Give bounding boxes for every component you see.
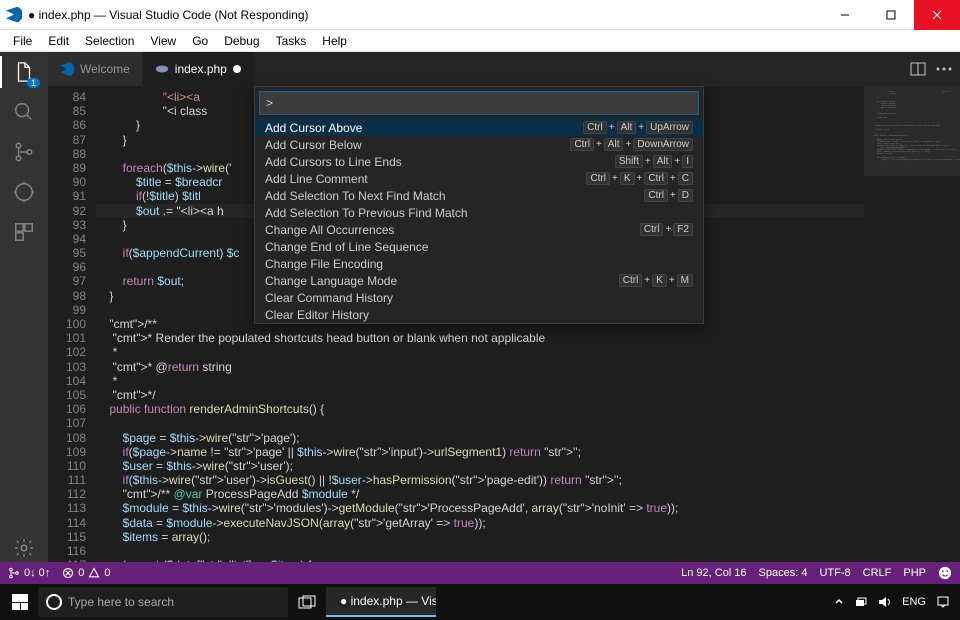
menu-file[interactable]: File <box>6 32 39 50</box>
palette-item-label: Clear Command History <box>265 291 393 305</box>
command-palette: > Add Cursor AboveCtrl+Alt+UpArrowAdd Cu… <box>254 86 704 324</box>
command-palette-input[interactable]: > <box>259 91 699 115</box>
start-button[interactable] <box>4 587 36 617</box>
palette-item[interactable]: Add Cursors to Line Ends Shift+Alt+I <box>255 153 703 170</box>
palette-item-label: Clear Editor History <box>265 308 369 322</box>
palette-item[interactable]: Clear Command History <box>255 289 703 306</box>
task-view-button[interactable] <box>290 587 324 617</box>
palette-item-label: Add Cursor Below <box>265 138 362 152</box>
menu-bar: FileEditSelectionViewGoDebugTasksHelp <box>0 30 960 52</box>
palette-item[interactable]: Add Selection To Previous Find Match <box>255 204 703 221</box>
dirty-indicator-icon <box>233 65 241 73</box>
status-errors: 0 <box>78 567 84 579</box>
palette-item-label: Change End of Line Sequence <box>265 240 428 254</box>
menu-view[interactable]: View <box>143 32 183 50</box>
tab-bar: Welcome index.php <box>48 52 960 86</box>
window-title: ● index.php — Visual Studio Code (Not Re… <box>28 8 309 22</box>
menu-debug[interactable]: Debug <box>217 32 266 50</box>
palette-item-label: Change Language Mode <box>265 274 397 288</box>
palette-item[interactable]: Add Cursor Above Ctrl+Alt+UpArrow <box>255 119 703 136</box>
status-feedback-icon[interactable] <box>938 566 952 580</box>
explorer-icon[interactable]: 1 <box>10 58 38 86</box>
status-language-mode[interactable]: PHP <box>903 567 926 579</box>
menu-selection[interactable]: Selection <box>78 32 141 50</box>
palette-item-label: Change File Encoding <box>265 257 383 271</box>
windows-taskbar: Type here to search ● index.php — Visu… … <box>0 584 960 620</box>
tray-chevron-icon[interactable] <box>834 597 844 607</box>
palette-item-shortcut: Ctrl+D <box>644 189 693 202</box>
vscode-icon <box>60 62 74 76</box>
palette-item-label: Add Line Comment <box>265 172 368 186</box>
search-icon[interactable] <box>10 98 38 126</box>
tab-welcome[interactable]: Welcome <box>48 52 143 86</box>
palette-prefix: > <box>266 96 273 110</box>
palette-item-label: Add Cursor Above <box>265 121 362 135</box>
palette-item-shortcut: Ctrl+K+M <box>619 274 693 287</box>
status-encoding[interactable]: UTF-8 <box>819 567 850 579</box>
menu-edit[interactable]: Edit <box>41 32 76 50</box>
palette-item-shortcut: Ctrl+Alt+UpArrow <box>583 121 693 134</box>
status-warnings: 0 <box>104 567 110 579</box>
taskbar-app-label: ● index.php — Visu… <box>340 594 436 608</box>
palette-item[interactable]: Change All Occurrences Ctrl+F2 <box>255 221 703 238</box>
palette-item[interactable]: Change File Encoding <box>255 255 703 272</box>
window-maximize-button[interactable] <box>868 0 914 30</box>
status-git-branch[interactable]: 0↓ 0↑ <box>8 567 50 579</box>
status-cursor-position[interactable]: Ln 92, Col 16 <box>681 567 746 579</box>
command-palette-list: Add Cursor AboveCtrl+Alt+UpArrowAdd Curs… <box>255 119 703 323</box>
tab-label: index.php <box>175 62 227 76</box>
palette-item[interactable]: Change End of Line Sequence <box>255 238 703 255</box>
status-indentation[interactable]: Spaces: 4 <box>759 567 808 579</box>
palette-item-shortcut: Ctrl+Alt+DownArrow <box>570 138 693 151</box>
explorer-badge: 1 <box>27 78 40 88</box>
settings-gear-icon[interactable] <box>10 534 38 562</box>
php-file-icon <box>155 62 169 76</box>
menu-tasks[interactable]: Tasks <box>269 32 314 50</box>
palette-item[interactable]: Add Selection To Next Find Match Ctrl+D <box>255 187 703 204</box>
palette-item-label: Add Cursors to Line Ends <box>265 155 402 169</box>
windows-logo-icon <box>12 594 28 610</box>
extensions-icon[interactable] <box>10 218 38 246</box>
split-editor-icon[interactable] <box>910 61 926 77</box>
palette-item-label: Add Selection To Next Find Match <box>265 189 446 203</box>
menu-help[interactable]: Help <box>315 32 354 50</box>
taskbar-search[interactable]: Type here to search <box>38 587 288 617</box>
activity-bar: 1 <box>0 52 48 562</box>
tray-notifications-icon[interactable] <box>936 595 950 609</box>
palette-item[interactable]: Clear Editor History <box>255 306 703 323</box>
minimap[interactable]: "<li><a e='$tree'>" . "<i class } } fore… <box>864 86 960 562</box>
palette-item[interactable]: Add Line Comment Ctrl+K+Ctrl+C <box>255 170 703 187</box>
tab-index-php[interactable]: index.php <box>143 52 254 86</box>
menu-go[interactable]: Go <box>185 32 215 50</box>
palette-item[interactable]: Change Language Mode Ctrl+K+M <box>255 272 703 289</box>
cortana-icon <box>46 594 62 610</box>
palette-item-shortcut: Shift+Alt+I <box>615 155 693 168</box>
more-actions-icon[interactable] <box>936 67 952 71</box>
palette-item-label: Add Selection To Previous Find Match <box>265 206 468 220</box>
palette-item-label: Change All Occurrences <box>265 223 394 237</box>
source-control-icon[interactable] <box>10 138 38 166</box>
window-titlebar: ● index.php — Visual Studio Code (Not Re… <box>0 0 960 30</box>
status-bar: 0↓ 0↑ 0 0 Ln 92, Col 16 Spaces: 4 UTF-8 … <box>0 562 960 584</box>
line-number-gutter: 8485868788899091929394959697989910010110… <box>48 86 96 562</box>
taskbar-search-placeholder: Type here to search <box>68 595 174 609</box>
tray-volume-icon[interactable] <box>878 596 892 608</box>
status-sync-label: 0↓ 0↑ <box>24 567 50 579</box>
palette-item-shortcut: Ctrl+F2 <box>640 223 693 236</box>
window-close-button[interactable] <box>914 0 960 30</box>
palette-item-shortcut: Ctrl+K+Ctrl+C <box>586 172 693 185</box>
taskbar-app-vscode[interactable]: ● index.php — Visu… <box>326 587 436 617</box>
tab-label: Welcome <box>80 62 130 76</box>
vscode-icon <box>6 7 22 23</box>
status-eol[interactable]: CRLF <box>863 567 892 579</box>
tray-network-icon[interactable] <box>854 596 868 608</box>
status-problems[interactable]: 0 0 <box>62 567 110 579</box>
window-minimize-button[interactable] <box>822 0 868 30</box>
tray-language[interactable]: ENG <box>902 596 926 608</box>
debug-icon[interactable] <box>10 178 38 206</box>
palette-item[interactable]: Add Cursor Below Ctrl+Alt+DownArrow <box>255 136 703 153</box>
